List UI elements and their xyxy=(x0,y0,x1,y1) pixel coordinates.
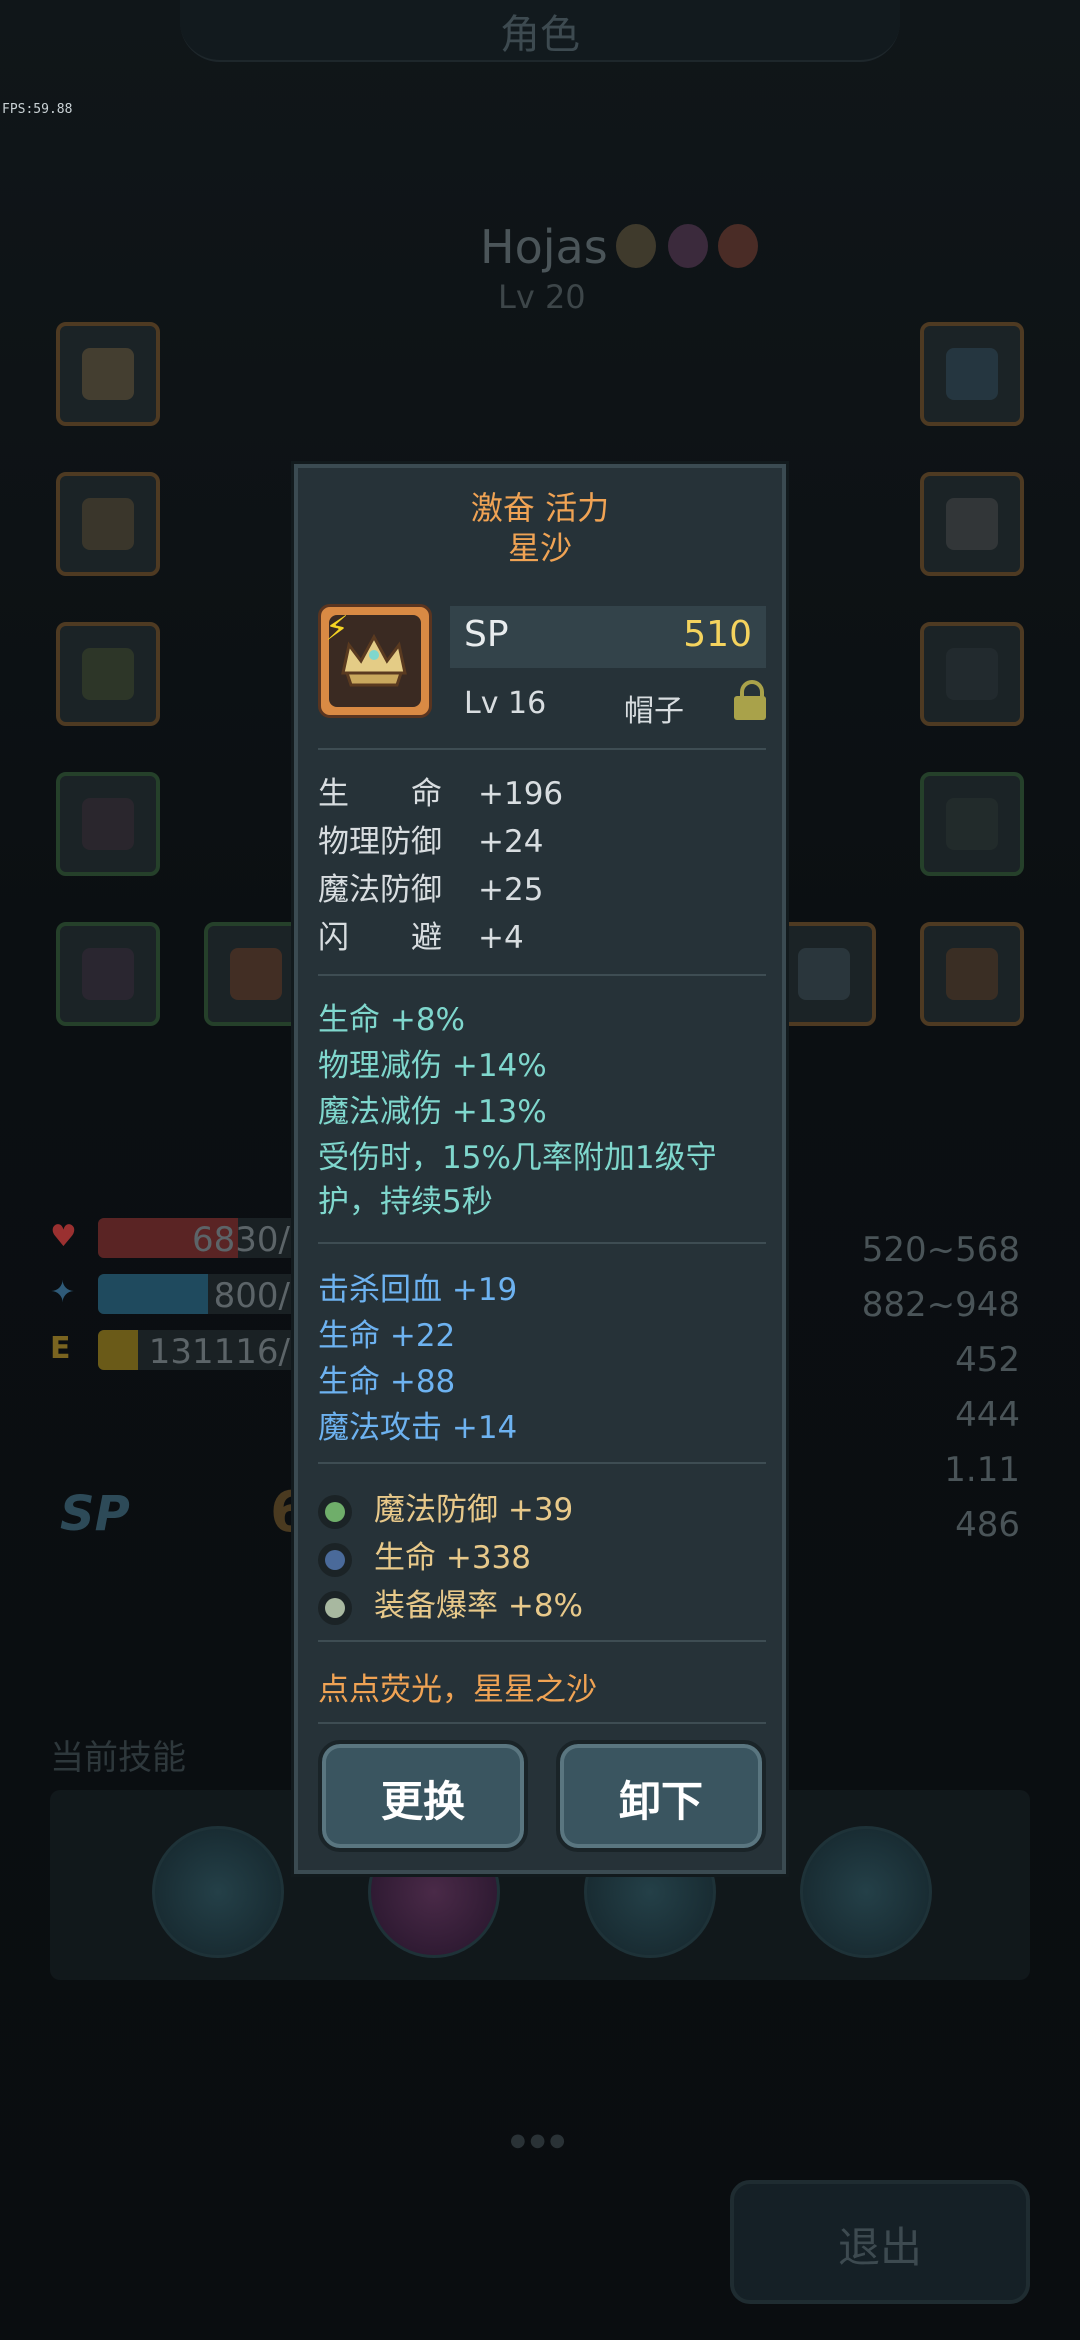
random-stat-row: 魔法攻击 +14 xyxy=(318,1410,518,1446)
special-stat-row: 魔法减伤 +13% xyxy=(318,1094,547,1130)
hero-level: Lv 20 xyxy=(498,278,586,316)
item-sp-box: SP 510 xyxy=(450,606,766,668)
unequip-button[interactable]: 卸下 xyxy=(556,1740,766,1852)
hp-text: 6830/ xyxy=(192,1220,290,1258)
base-stat-row: 物理防御 +24 xyxy=(318,824,544,860)
hp-bar: 6830/ xyxy=(98,1218,298,1258)
gem-stat-row: 魔法防御 +39 xyxy=(318,1484,573,1529)
divider xyxy=(318,748,766,750)
random-stat-row: 击杀回血 +19 xyxy=(318,1272,518,1308)
base-stat-row: 闪 避 +4 xyxy=(318,920,524,956)
weapon-icon xyxy=(230,948,282,1000)
attack-stat: 520~568 xyxy=(861,1230,1020,1270)
equip-slot-necklace[interactable] xyxy=(920,772,1024,876)
gem-stat-row: 生命 +338 xyxy=(318,1532,531,1577)
item-sp-value: 510 xyxy=(683,614,752,655)
top-title-bar: 角色 xyxy=(180,0,900,62)
base-stat-row: 魔法防御 +25 xyxy=(318,872,544,908)
special-stat-row: 生命 +8% xyxy=(318,1002,466,1038)
skill-slot-water[interactable] xyxy=(152,1826,284,1958)
equip-slot-boots[interactable] xyxy=(56,622,160,726)
item-detail-popup: 激奋 活力 星沙 ⚡ SP 510 Lv 16 帽子 生 命 +196 物理防御 +… xyxy=(294,464,786,1874)
sp-label-bg: SP xyxy=(60,1486,130,1542)
equip-slot-gloves[interactable] xyxy=(56,772,160,876)
divider xyxy=(318,1242,766,1244)
current-skills-label: 当前技能 xyxy=(50,1738,186,1778)
lightning-icon: ⚡ xyxy=(325,609,349,649)
base-stat-row: 生 命 +196 xyxy=(318,776,564,812)
divider xyxy=(318,974,766,976)
screen-title: 角色 xyxy=(500,12,580,58)
wand-icon xyxy=(946,348,998,400)
gem-icon xyxy=(318,1590,352,1625)
unequip-label: 卸下 xyxy=(618,1777,703,1826)
mace-icon xyxy=(798,948,850,1000)
fps-counter: FPS:59.88 xyxy=(2,102,73,117)
medal-icon xyxy=(668,224,708,268)
replace-button[interactable]: 更换 xyxy=(318,1740,528,1852)
ring-icon xyxy=(946,648,998,700)
speed-stat: 1.11 xyxy=(944,1450,1020,1490)
item-name: 星沙 xyxy=(507,529,572,567)
medal-icon xyxy=(718,224,758,268)
exp-bar: 131116/ xyxy=(98,1330,298,1370)
equip-slot-ring[interactable] xyxy=(920,472,1024,576)
equip-slot-weapon[interactable] xyxy=(920,322,1024,426)
magic-defense-stat: 444 xyxy=(955,1395,1020,1435)
gem-stat-row: 装备爆率 +8% xyxy=(318,1580,583,1625)
special-stat-row: 物理减伤 +14% xyxy=(318,1048,547,1084)
divider xyxy=(318,1462,766,1464)
equip-slot-weapon-left[interactable] xyxy=(204,922,308,1026)
armor-icon xyxy=(82,498,134,550)
magic-attack-stat: 882~948 xyxy=(861,1285,1020,1325)
item-flavor-text: 点点荧光，星星之沙 xyxy=(318,1672,597,1708)
mp-text: 800/ xyxy=(213,1276,290,1314)
other-stat: 486 xyxy=(955,1505,1020,1545)
exp-icon: E xyxy=(50,1331,71,1366)
mp-bar: 800/ xyxy=(98,1274,298,1314)
lock-icon[interactable] xyxy=(734,680,766,720)
item-level: Lv 16 xyxy=(464,686,547,721)
necklace-icon xyxy=(946,798,998,850)
special-stat-row: 受伤时，15%几率附加1级守护，持续5秒 xyxy=(318,1140,717,1220)
shield-icon xyxy=(946,948,998,1000)
exit-label: 退出 xyxy=(837,2223,922,2272)
medal-icon xyxy=(616,224,656,268)
replace-label: 更换 xyxy=(380,1777,465,1826)
exit-button[interactable]: 退出 xyxy=(730,2180,1030,2304)
item-icon-frame: ⚡ xyxy=(318,604,432,718)
skill-slot-crystal[interactable] xyxy=(800,1826,932,1958)
boots-icon xyxy=(82,648,134,700)
equip-slot-cape[interactable] xyxy=(56,922,160,1026)
divider xyxy=(318,1640,766,1642)
random-stat-row: 生命 +88 xyxy=(318,1364,456,1400)
hero-name: Hojas xyxy=(480,220,608,274)
cape-icon xyxy=(82,948,134,1000)
helmet-icon xyxy=(82,348,134,400)
item-sp-label: SP xyxy=(464,614,509,655)
gem-icon xyxy=(318,1542,352,1577)
ring-icon xyxy=(946,498,998,550)
equip-slot-helmet[interactable] xyxy=(56,322,160,426)
equip-slot-ring-2[interactable] xyxy=(920,622,1024,726)
heart-icon: ♥ xyxy=(50,1219,77,1254)
defense-stat: 452 xyxy=(955,1340,1020,1380)
equip-slot-mace[interactable] xyxy=(772,922,876,1026)
exp-text: 131116/ xyxy=(148,1332,290,1370)
equip-slot-armor[interactable] xyxy=(56,472,160,576)
mana-icon: ✦ xyxy=(50,1275,76,1310)
page-dots: ●●● xyxy=(510,2130,570,2151)
item-title: 激奋 活力 星沙 xyxy=(298,488,782,568)
item-slot-type: 帽子 xyxy=(624,694,684,729)
item-affix: 激奋 活力 xyxy=(470,489,610,527)
random-stat-row: 生命 +22 xyxy=(318,1318,456,1354)
divider xyxy=(318,1722,766,1724)
gloves-icon xyxy=(82,798,134,850)
equip-slot-shield[interactable] xyxy=(920,922,1024,1026)
gem-icon xyxy=(318,1494,352,1529)
